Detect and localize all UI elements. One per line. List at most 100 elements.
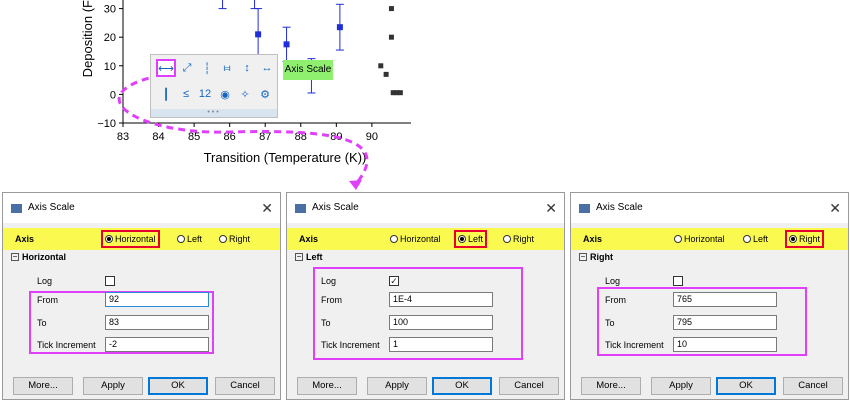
cancel-button[interactable]: Cancel <box>783 377 843 395</box>
radio-left[interactable]: Left <box>454 230 488 248</box>
section-title: Horizontal <box>22 252 66 262</box>
chart: 83 84 85 86 87 88 89 90 3020100−10 Transition (… <box>80 0 411 190</box>
to-input[interactable]: 795 <box>673 315 777 330</box>
ticks-icon: ⧦ <box>223 61 231 74</box>
radio-label: Right <box>799 234 821 244</box>
from-label: From <box>37 295 58 305</box>
to-input[interactable]: 100 <box>389 315 493 330</box>
tick-labels-button[interactable]: ┃ <box>156 85 176 103</box>
radio-dot <box>674 235 682 243</box>
close-icon[interactable]: ✕ <box>829 193 841 223</box>
axis-selector-row: Axis Horizontal Left Right <box>287 228 564 250</box>
radio-label: Horizontal <box>400 234 441 244</box>
ok-button[interactable]: OK <box>432 377 492 395</box>
close-icon[interactable]: ✕ <box>261 193 273 223</box>
more-button[interactable]: More... <box>297 377 357 395</box>
horizontal-break-button[interactable]: ↔ <box>257 59 277 77</box>
radio-right[interactable]: Right <box>503 232 534 246</box>
x-tick-label: 83 <box>117 131 129 143</box>
tick-increment-input[interactable]: 1 <box>389 337 493 352</box>
horizontal-scale-icon: ⟷ <box>158 62 174 75</box>
axis-label: Axis <box>15 234 35 244</box>
horizontal-break-icon: ↔ <box>261 62 273 74</box>
collapse-icon: − <box>11 252 19 261</box>
log-checkbox[interactable] <box>105 276 115 286</box>
from-input[interactable]: 765 <box>673 292 777 307</box>
dialog-title: Axis Scale <box>312 202 359 213</box>
to-input[interactable]: 83 <box>105 315 209 330</box>
vertical-break-button[interactable]: ↕ <box>237 59 257 77</box>
section-header[interactable]: − Horizontal <box>11 252 66 262</box>
radio-label: Left <box>753 234 769 244</box>
axis-scale-button[interactable]: ⟷ <box>156 59 176 77</box>
radio-label: Horizontal <box>684 234 725 244</box>
section-header[interactable]: − Right <box>579 252 613 262</box>
settings-button[interactable]: ⚙ <box>255 85 275 103</box>
axis-selector-row: Axis Horizontal Left Right <box>3 228 280 250</box>
dialog-title: Axis Scale <box>28 202 75 213</box>
y-tick-label: 10 <box>104 61 116 73</box>
ok-button[interactable]: OK <box>148 377 208 395</box>
section-title: Right <box>590 252 613 262</box>
apply-button[interactable]: Apply <box>651 377 711 395</box>
cancel-button[interactable]: Cancel <box>499 377 559 395</box>
log-label: Log <box>37 276 53 286</box>
apply-button[interactable]: Apply <box>367 377 427 395</box>
radio-dot <box>105 235 113 243</box>
apply-button[interactable]: Apply <box>83 377 143 395</box>
log-label: Log <box>321 276 337 286</box>
radio-horizontal[interactable]: Horizontal <box>674 232 725 246</box>
y-tick-label: 0 <box>110 89 116 101</box>
from-input[interactable]: 92 <box>105 292 209 307</box>
x-axis-label: Transition (Temperature (K)) <box>204 150 367 165</box>
data-point <box>383 71 389 77</box>
tick-increment-label: Tick Increment <box>321 340 380 350</box>
close-icon[interactable]: ✕ <box>545 193 557 223</box>
cancel-button[interactable]: Cancel <box>215 377 275 395</box>
radio-left[interactable]: Left <box>177 232 202 246</box>
ticks-button[interactable]: ⧦ <box>217 59 237 77</box>
toolbar-expand-handle[interactable]: ••• <box>151 109 277 117</box>
section-header[interactable]: − Left <box>295 252 323 262</box>
to-label: To <box>605 318 615 328</box>
radio-dot <box>743 235 751 243</box>
window-icon <box>579 204 590 213</box>
more-button[interactable]: More... <box>581 377 641 395</box>
axis-scale-tooltip: Axis Scale <box>283 60 333 80</box>
numbering-button[interactable]: 12 <box>195 85 215 103</box>
minor-ticks-icon: ≤ <box>182 88 190 100</box>
grid-icon: ┆ <box>203 62 211 75</box>
y-tick-label: −10 <box>97 118 116 130</box>
radio-horizontal[interactable]: Horizontal <box>390 232 441 246</box>
from-input[interactable]: 1E-4 <box>389 292 493 307</box>
callout-arrowhead <box>349 180 362 190</box>
dialog-titlebar: Axis Scale ✕ <box>571 193 848 223</box>
ok-button[interactable]: OK <box>716 377 776 395</box>
axis-scale-dialog-right: Axis Scale ✕ Axis Horizontal Left Right … <box>570 192 849 400</box>
show-hide-button[interactable]: ◉ <box>215 85 235 103</box>
radio-horizontal[interactable]: Horizontal <box>101 230 160 248</box>
minor-ticks-button[interactable]: ≤ <box>176 85 196 103</box>
section-title: Left <box>306 252 323 262</box>
tick-increment-label: Tick Increment <box>605 340 664 350</box>
tick-increment-input[interactable]: 10 <box>673 337 777 352</box>
radio-right[interactable]: Right <box>219 232 250 246</box>
grid-button[interactable]: ┆ <box>197 59 217 77</box>
tick-increment-input[interactable]: -2 <box>105 337 209 352</box>
to-label: To <box>37 318 47 328</box>
log-checkbox[interactable] <box>673 276 683 286</box>
more-button[interactable]: More... <box>13 377 73 395</box>
log-checkbox[interactable]: ✓ <box>389 276 399 286</box>
window-icon <box>295 204 306 213</box>
axis-style-icon: ✧ <box>240 88 250 101</box>
dialog-titlebar: Axis Scale ✕ <box>287 193 564 223</box>
radio-left[interactable]: Left <box>743 232 768 246</box>
data-point <box>388 34 394 40</box>
rescale-button[interactable]: ⤢ <box>177 59 197 77</box>
radio-dot <box>503 235 511 243</box>
from-label: From <box>321 295 342 305</box>
radio-right[interactable]: Right <box>785 230 825 248</box>
radio-dot <box>458 235 466 243</box>
axis-scale-dialog-left: Axis Scale ✕ Axis Horizontal Left Right … <box>286 192 565 400</box>
axis-style-button[interactable]: ✧ <box>235 85 255 103</box>
